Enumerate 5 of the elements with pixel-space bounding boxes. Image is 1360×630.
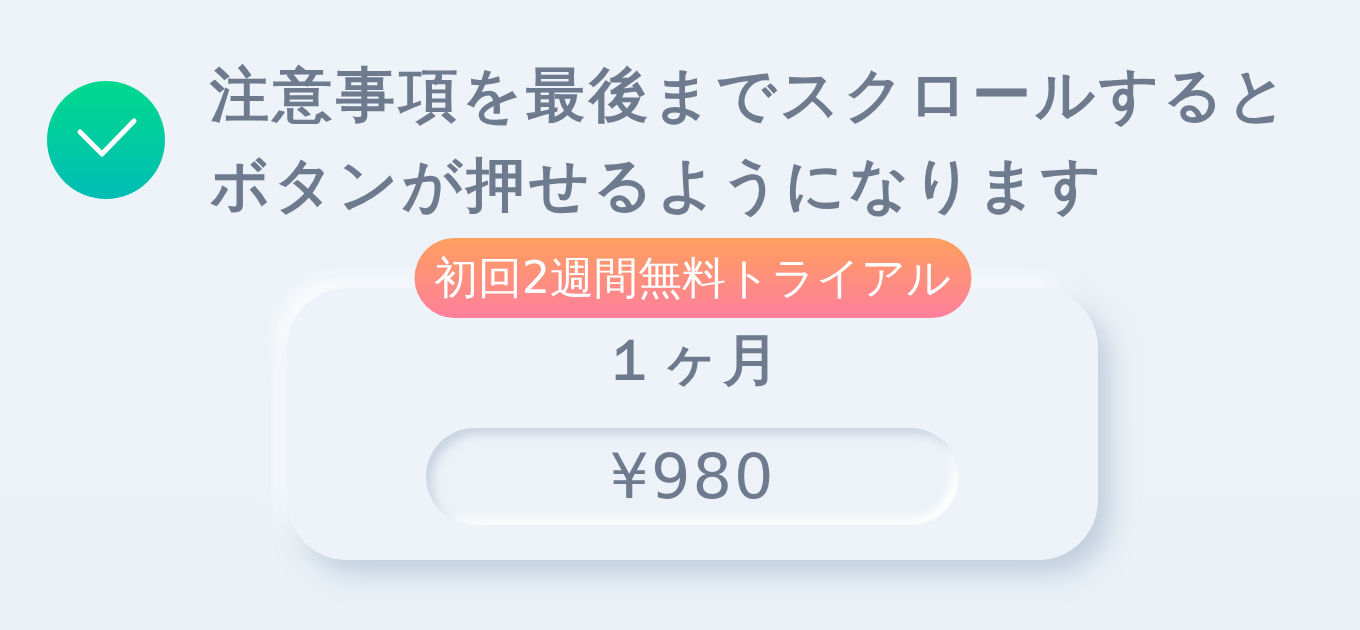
- plan-name: １ヶ月: [602, 328, 783, 392]
- notice-text: 注意事項を最後までスクロールするとボタンが押せるようになります: [210, 59, 1292, 221]
- check-circle-icon: [47, 81, 165, 199]
- trial-badge: 初回2週間無料トライアル: [414, 238, 971, 318]
- price-display: ¥980: [426, 428, 959, 525]
